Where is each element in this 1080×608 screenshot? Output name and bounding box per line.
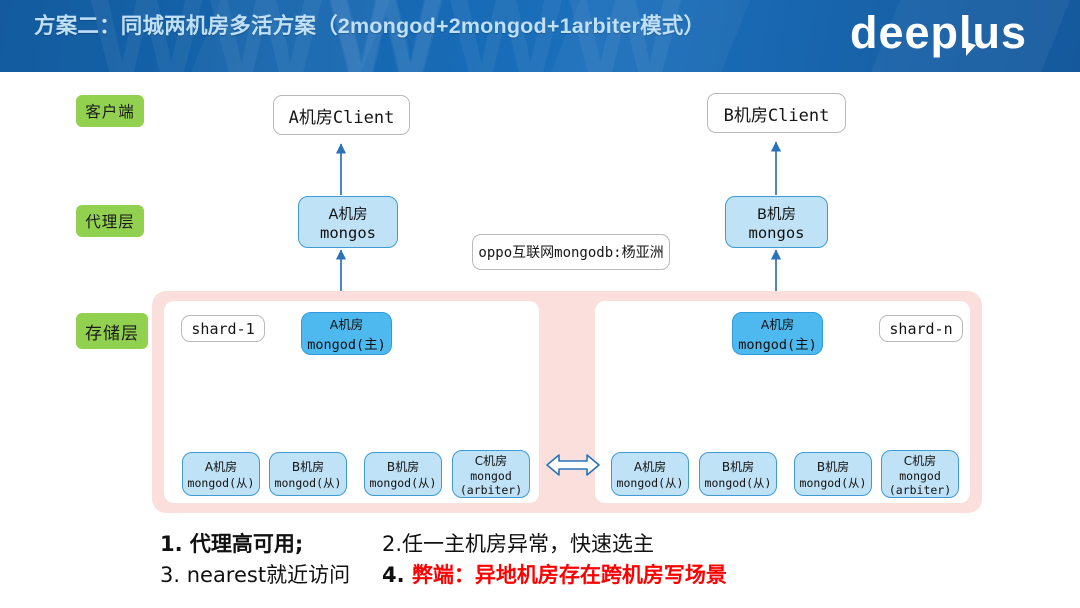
shardn-primary-node[interactable]: A机房 mongod(主) xyxy=(732,312,823,355)
note-item-3: 3. nearest就近访问 xyxy=(160,563,351,587)
node-role: mongod(从) xyxy=(187,475,255,490)
client-label: B机房Client xyxy=(723,105,830,126)
node-role: mongod(从) xyxy=(616,475,684,490)
mongos-site: B机房 xyxy=(757,206,796,223)
node-role: mongod(从) xyxy=(799,475,867,490)
shard-label-n: shard-n xyxy=(879,315,963,342)
shard1-primary-node[interactable]: A机房 mongod(主) xyxy=(301,312,392,355)
layer-tag-storage: 存储层 xyxy=(76,313,148,349)
node-site: C机房 xyxy=(903,453,937,468)
layer-tag-client: 客户端 xyxy=(76,95,144,127)
mongos-box-b[interactable]: B机房 mongos xyxy=(725,196,828,248)
layer-tag-label: 客户端 xyxy=(85,103,135,121)
shardn-member-node[interactable]: A机房 mongod(从) xyxy=(611,452,689,496)
page-title: 方案二：同城两机房多活方案（2mongod+2mongod+1arbiter模式… xyxy=(34,14,706,38)
node-site: A机房 xyxy=(760,317,795,332)
node-site: B机房 xyxy=(721,459,755,474)
diagram-canvas: 客户端 代理层 存储层 A机房Client B机房Client A机房 mong… xyxy=(0,72,1080,608)
shard1-member-node[interactable]: B机房 mongod(从) xyxy=(364,452,442,496)
mongos-role: mongos xyxy=(748,223,805,242)
node-site: C机房 xyxy=(474,453,508,468)
note-item-2: 2.任一主机房异常，快速选主 xyxy=(382,532,655,556)
client-box-b[interactable]: B机房Client xyxy=(707,93,846,133)
mongos-site: A机房 xyxy=(328,206,368,223)
mongos-role: mongos xyxy=(320,223,376,242)
node-role: mongod xyxy=(899,468,941,483)
node-site: A机房 xyxy=(633,459,667,474)
shard1-arbiter-node[interactable]: C机房 mongod (arbiter) xyxy=(452,450,530,498)
client-box-a[interactable]: A机房Client xyxy=(273,95,410,135)
double-arrow-horizontal-icon xyxy=(546,454,600,476)
node-role: mongod(从) xyxy=(274,475,342,490)
node-site: A机房 xyxy=(204,459,238,474)
note-row: 3. nearest就近访问 4. 弊端：异地机房存在跨机房写场景 xyxy=(160,559,990,590)
node-role: mongod(主) xyxy=(307,337,386,353)
shard1-member-node[interactable]: B机房 mongod(从) xyxy=(269,452,347,496)
shardn-member-node[interactable]: B机房 mongod(从) xyxy=(699,452,777,496)
author-watermark-label: oppo互联网mongodb:杨亚洲 xyxy=(478,245,664,261)
slide-header: WWW WWW 方案二：同城两机房多活方案（2mongod+2mongod+1a… xyxy=(0,0,1080,72)
note-item-4-prefix: 4. xyxy=(382,563,412,587)
shardn-arbiter-node[interactable]: C机房 mongod (arbiter) xyxy=(881,450,959,498)
svg-text:deeplus: deeplus xyxy=(850,7,1027,58)
node-site: B机房 xyxy=(816,459,850,474)
deeplus-logo: deeplus xyxy=(850,7,1027,58)
shardn-member-node[interactable]: B机房 mongod(从) xyxy=(794,452,872,496)
layer-tag-label: 代理层 xyxy=(85,213,135,231)
shard-label-text: shard-n xyxy=(889,319,953,338)
client-label: A机房Client xyxy=(288,107,395,128)
node-role: mongod(从) xyxy=(369,475,437,490)
notes-list: 1. 代理高可用; 2.任一主机房异常，快速选主 3. nearest就近访问 … xyxy=(160,528,990,590)
layer-tag-proxy: 代理层 xyxy=(76,205,144,237)
layer-tag-label: 存储层 xyxy=(85,323,139,344)
node-role: mongod(主) xyxy=(738,337,817,353)
node-role: mongod(从) xyxy=(704,475,772,490)
shard-label-1: shard-1 xyxy=(181,315,265,342)
note-item-1: 1. 代理高可用; xyxy=(160,532,304,556)
node-role: mongod xyxy=(470,468,512,483)
node-arbiter-tag: (arbiter) xyxy=(459,482,523,497)
shard1-member-node[interactable]: A机房 mongod(从) xyxy=(182,452,260,496)
node-site: B机房 xyxy=(291,459,325,474)
author-watermark-box: oppo互联网mongodb:杨亚洲 xyxy=(472,234,670,270)
node-site: B机房 xyxy=(386,459,420,474)
note-item-4: 弊端：异地机房存在跨机房写场景 xyxy=(411,563,727,587)
shard-label-text: shard-1 xyxy=(191,319,255,338)
note-row: 1. 代理高可用; 2.任一主机房异常，快速选主 xyxy=(160,528,990,559)
node-site: A机房 xyxy=(329,317,364,332)
node-arbiter-tag: (arbiter) xyxy=(888,482,952,497)
mongos-box-a[interactable]: A机房 mongos xyxy=(298,196,398,248)
